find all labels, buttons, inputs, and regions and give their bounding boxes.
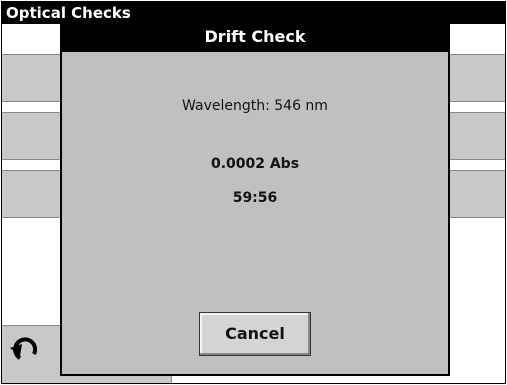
dialog-title: Drift Check bbox=[62, 22, 448, 52]
wavelength-readout: Wavelength: 546 nm bbox=[182, 98, 328, 114]
absorbance-readout: 0.0002 Abs bbox=[210, 156, 300, 172]
countdown-timer: 59:56 bbox=[232, 190, 278, 206]
drift-check-dialog: Drift Check Wavelength: 546 nm 0.0002 Ab… bbox=[60, 20, 450, 376]
instrument-screen: Optical Checks Drift Check Wavelength: 5… bbox=[1, 1, 506, 384]
back-arrow-icon bbox=[10, 337, 38, 360]
cancel-button[interactable]: Cancel bbox=[199, 312, 311, 356]
